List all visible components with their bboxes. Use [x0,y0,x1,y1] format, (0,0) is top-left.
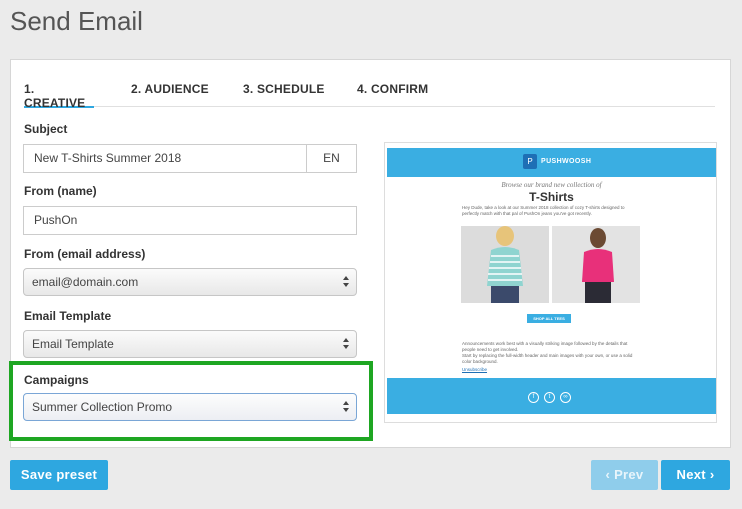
tab-creative[interactable]: 1. CREATIVE [24,82,94,110]
model-striped-shirt-icon [461,226,549,303]
from-email-value: email@domain.com [32,275,139,289]
facebook-icon: f [528,392,539,403]
preview-intro: Hey Dude, take a look at our Summer 2018… [462,205,625,216]
next-button[interactable]: Next › [661,460,730,490]
preview-body-2: Start by replacing the full-width header… [462,353,633,364]
email-template-value: Email Template [32,337,114,351]
tab-schedule[interactable]: 3. SCHEDULE [243,82,325,107]
from-name-input[interactable]: PushOn [23,206,357,235]
subject-label: Subject [24,122,68,136]
preview-body-1: Announcements work best with a visually … [462,341,628,352]
email-preview: P PUSHWOOSH Browse our brand new collect… [384,142,717,423]
campaigns-label: Campaigns [24,373,89,387]
select-arrows-icon [343,338,349,350]
creative-card: 1. CREATIVE 2. AUDIENCE 3. SCHEDULE 4. C… [10,59,731,448]
save-preset-button[interactable]: Save preset [10,460,108,490]
language-button[interactable]: EN [306,144,357,173]
email-template-label: Email Template [24,309,112,323]
product-image-striped [461,226,549,303]
twitter-icon: t [544,392,555,403]
preview-header: P PUSHWOOSH [387,148,716,177]
subject-input[interactable]: New T-Shirts Summer 2018 [23,144,307,173]
preview-title: T-Shirts [529,190,574,204]
wizard-tabs: 1. CREATIVE 2. AUDIENCE 3. SCHEDULE 4. C… [24,80,715,110]
preview-brand: PUSHWOOSH [541,158,592,165]
from-name-label: From (name) [24,184,97,198]
pushwoosh-logo-icon: P [523,154,537,169]
from-email-label: From (email address) [24,247,146,261]
select-arrows-icon [343,276,349,288]
tab-confirm[interactable]: 4. CONFIRM [357,82,428,107]
page-title: Send Email [10,6,143,36]
preview-subtitle: Browse our brand new collection of [501,181,602,189]
shop-all-tees-button: SHOP ALL TEES [527,314,571,323]
model-pink-shirt-icon [552,226,640,303]
prev-button[interactable]: ‹ Prev [591,460,658,490]
preview-footer: f t ∞ [387,378,716,414]
from-email-select[interactable]: email@domain.com [23,268,357,296]
tab-audience[interactable]: 2. AUDIENCE [131,82,209,107]
campaigns-value: Summer Collection Promo [32,400,173,414]
campaigns-select[interactable]: Summer Collection Promo [23,393,357,421]
product-image-pink [552,226,640,303]
link-icon: ∞ [560,392,571,403]
preview-unsubscribe: Unsubscribe [462,367,488,372]
select-arrows-icon [343,401,349,413]
email-template-select[interactable]: Email Template [23,330,357,358]
